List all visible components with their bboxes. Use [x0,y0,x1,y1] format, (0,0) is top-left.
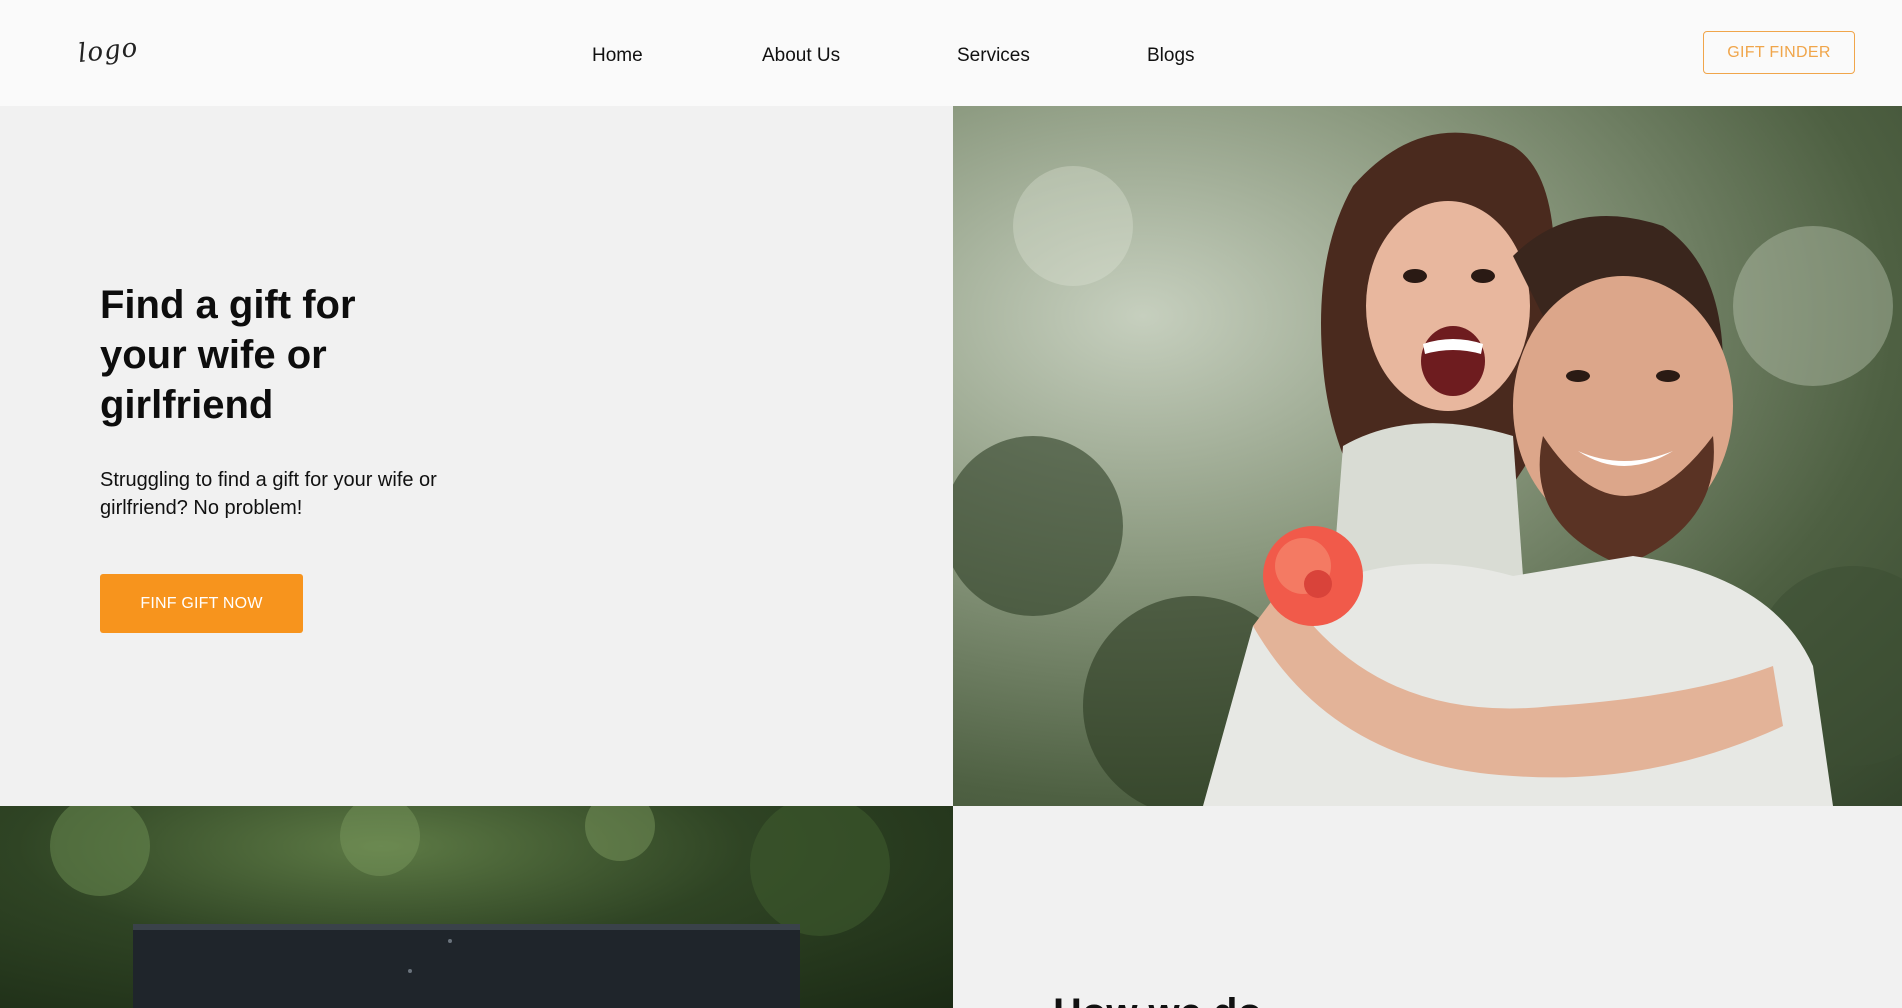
gift-box-photo [0,806,953,1008]
find-gift-now-button[interactable]: FINF GIFT NOW [100,574,303,633]
section-heading: How we do [1053,991,1262,1008]
nav-home[interactable]: Home [592,45,643,67]
gift-box-illustration [50,806,890,1008]
logo[interactable]: logo [77,33,140,69]
site-header: logo Home About Us Services Blogs GIFT F… [0,0,1902,106]
couple-photo [953,106,1902,806]
nav-services[interactable]: Services [957,45,1030,67]
nav-blogs[interactable]: Blogs [1147,45,1195,67]
nav-about-us[interactable]: About Us [762,45,840,67]
how-we-do-section: How we do [953,806,1902,1008]
hero-text-panel: Find a gift for your wife or girlfriend … [0,106,953,806]
hero-title: Find a gift for your wife or girlfriend [100,283,356,427]
couple-photo-illustration [953,132,1902,806]
hero-subtitle: Struggling to find a gift for your wife … [100,469,437,519]
gift-finder-button[interactable]: GIFT FINDER [1703,31,1855,74]
